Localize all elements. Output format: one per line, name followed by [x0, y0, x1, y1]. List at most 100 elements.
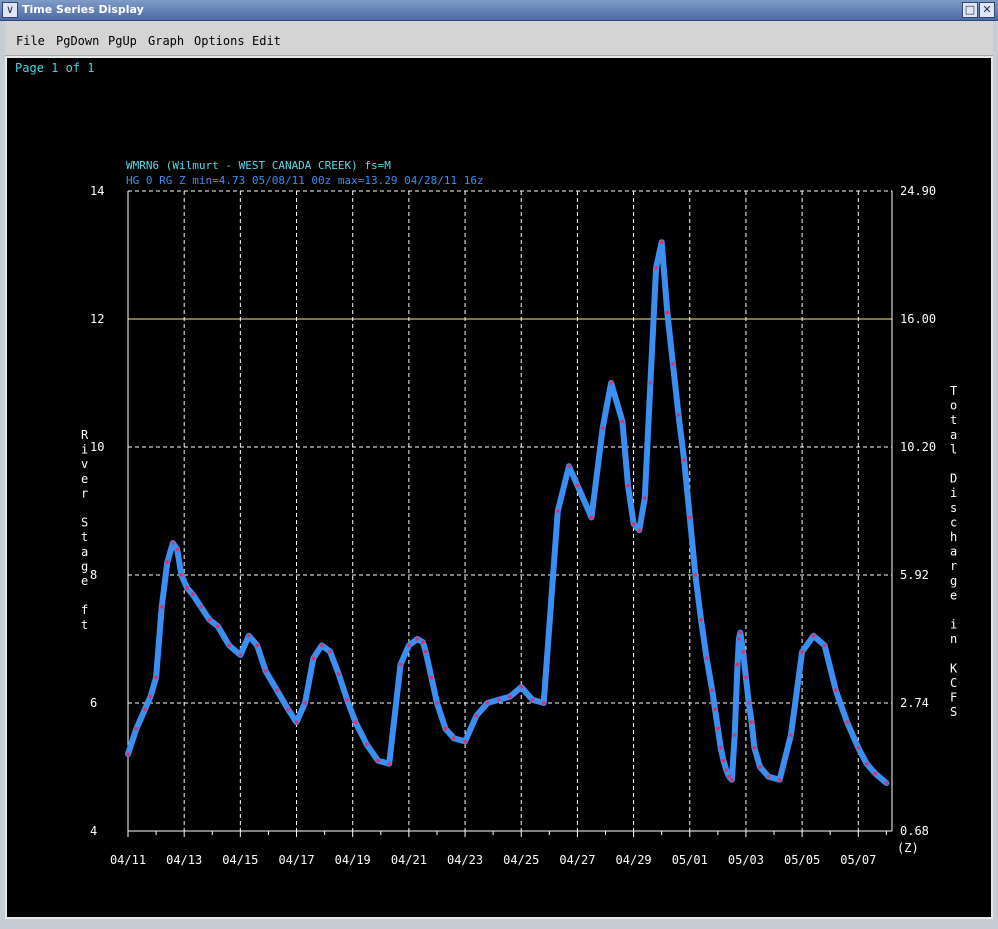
data-point	[631, 522, 636, 526]
chart-header-stats: HG 0 RG Z min=4.73 05/08/11 00z max=13.2…	[126, 174, 484, 187]
data-point	[423, 650, 428, 654]
y-tick-label: 10	[90, 440, 104, 454]
plot-area: Page 1 of 1 WMRN6 (Wilmurt - WEST CANADA…	[5, 56, 993, 919]
y-tick-label: 12	[90, 312, 104, 326]
data-point	[676, 413, 681, 417]
y-axis-label: River Stage ft	[81, 428, 89, 632]
data-point	[345, 698, 349, 702]
data-point	[148, 694, 153, 699]
data-point	[555, 509, 560, 513]
data-point	[716, 726, 720, 731]
data-point	[766, 774, 771, 779]
data-point	[336, 672, 341, 676]
x-tick-label: 04/11	[110, 853, 146, 867]
data-point	[744, 675, 748, 680]
data-point	[199, 605, 203, 609]
data-point	[738, 630, 743, 635]
x-tick-label: 04/27	[559, 853, 595, 867]
menu-pgup[interactable]: PgUp	[108, 34, 137, 48]
menu-options[interactable]: Options	[194, 34, 245, 48]
data-point	[530, 698, 535, 702]
data-point	[699, 618, 703, 622]
data-point	[246, 634, 251, 638]
data-point	[134, 726, 139, 731]
data-point	[777, 778, 782, 782]
data-point	[179, 573, 184, 577]
data-point	[834, 688, 838, 692]
menu-pgdown[interactable]: PgDown	[56, 34, 99, 48]
page-indicator: Page 1 of 1	[15, 61, 94, 75]
x-unit-label: (Z)	[897, 841, 919, 855]
data-point	[654, 266, 658, 270]
data-point	[730, 778, 734, 782]
data-point	[519, 685, 524, 689]
data-point	[693, 573, 698, 577]
data-point	[171, 541, 175, 545]
data-point	[789, 733, 793, 737]
data-point	[238, 653, 243, 657]
data-point	[687, 515, 692, 520]
window-menu-chevron-icon[interactable]: ∨	[2, 2, 18, 18]
y-tick-label: 8	[90, 568, 97, 582]
data-point	[659, 240, 664, 244]
data-point	[648, 381, 653, 385]
data-point	[682, 458, 686, 462]
data-point	[485, 701, 490, 705]
maximize-button[interactable]: □	[962, 2, 978, 18]
data-point	[286, 707, 290, 712]
x-tick-label: 05/05	[784, 853, 820, 867]
data-point	[873, 771, 877, 776]
data-point	[175, 547, 179, 552]
y-tick-label-right: 5.92	[900, 568, 929, 582]
data-point	[311, 656, 316, 660]
x-tick-label: 05/07	[840, 853, 876, 867]
data-point	[800, 650, 804, 654]
data-point	[474, 714, 479, 718]
data-point	[263, 669, 268, 673]
data-point	[376, 758, 380, 763]
data-point	[589, 515, 594, 520]
data-point	[387, 762, 392, 766]
data-point	[227, 643, 231, 648]
data-point	[758, 765, 762, 769]
data-point	[143, 707, 147, 712]
data-point	[407, 643, 411, 648]
data-point	[303, 701, 307, 705]
data-point	[811, 634, 816, 638]
data-point	[704, 656, 709, 660]
y-tick-label: 6	[90, 696, 97, 710]
x-tick-label: 04/19	[335, 853, 371, 867]
x-tick-label: 04/21	[391, 853, 427, 867]
menu-graph[interactable]: Graph	[148, 34, 184, 48]
data-point	[665, 310, 670, 315]
data-point	[190, 592, 195, 596]
data-point	[609, 381, 613, 385]
data-point	[496, 698, 501, 702]
data-point	[541, 701, 546, 705]
data-point	[185, 586, 189, 590]
y-tick-label: 4	[90, 824, 97, 838]
data-point	[735, 662, 740, 667]
y-tick-label-right: 16.00	[900, 312, 936, 326]
grid	[127, 190, 892, 832]
data-point	[721, 758, 726, 763]
data-point	[443, 726, 448, 731]
data-point	[154, 675, 158, 680]
data-point	[452, 736, 456, 740]
close-button[interactable]: ✕	[979, 2, 995, 18]
chart-header-station: WMRN6 (Wilmurt - WEST CANADA CREEK) fs=M	[126, 159, 391, 172]
data-point	[429, 675, 434, 680]
data-point	[752, 746, 757, 750]
series-line	[125, 239, 890, 786]
menu-edit[interactable]: Edit	[252, 34, 281, 48]
menu-file[interactable]: File	[16, 34, 45, 48]
y-tick-label-right: 2.74	[900, 696, 929, 710]
data-point	[626, 483, 630, 488]
x-tick-label: 04/15	[222, 853, 258, 867]
y-tick-label-right: 0.68	[900, 824, 929, 838]
data-point	[620, 419, 625, 424]
x-tick-label: 04/29	[616, 853, 652, 867]
data-point	[575, 483, 580, 488]
data-point	[884, 781, 889, 785]
data-point	[643, 496, 647, 501]
